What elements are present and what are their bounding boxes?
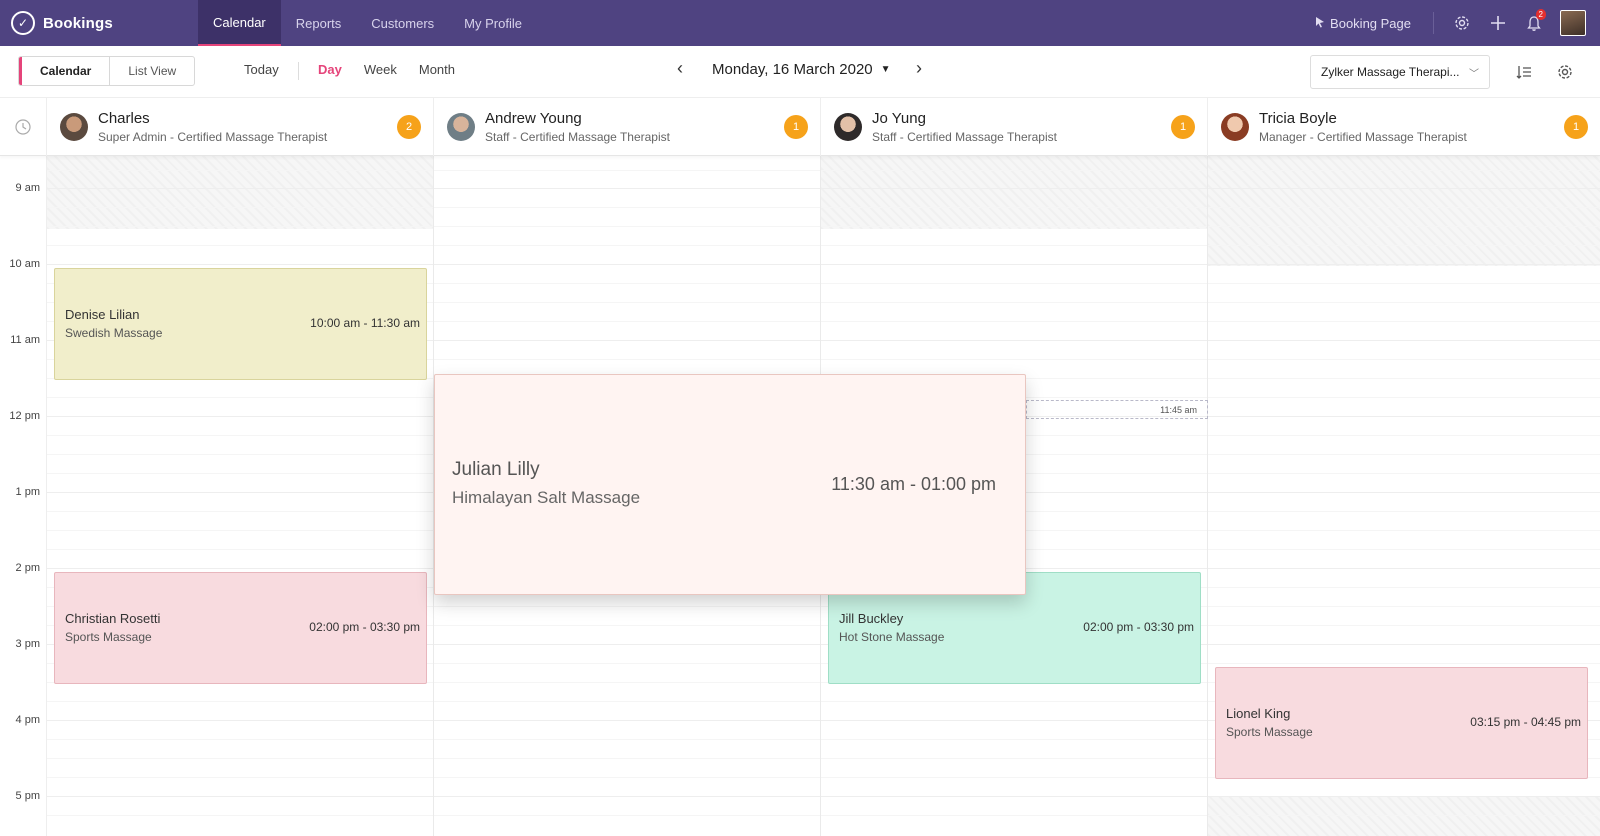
main-nav: Calendar Reports Customers My Profile [198,0,537,46]
staff-avatar [1221,113,1249,141]
staff-column-andrew-young[interactable]: Andrew Young Staff - Certified Massage T… [434,98,821,156]
appointment-service: Sports Massage [65,630,152,644]
appointment-count-badge: 1 [784,115,808,139]
appointment-service: Himalayan Salt Massage [452,488,641,507]
time-label: 11 am [10,334,40,346]
staff-avatar [60,113,88,141]
nav-reports[interactable]: Reports [281,0,357,46]
appointment-card[interactable]: Lionel King Sports Massage 03:15 pm - 04… [1215,667,1588,779]
range-month-tab[interactable]: Month [419,62,455,77]
current-date: Monday, 16 March 2020 [712,61,873,78]
bell-icon[interactable]: 2 [1516,5,1552,41]
appointment-time: 03:15 pm - 04:45 pm [1470,715,1581,729]
view-toggle: Calendar List View [18,56,196,86]
staff-name: Tricia Boyle [1259,110,1337,127]
range-day-tab[interactable]: Day [318,62,342,77]
staff-header: Charles Super Admin - Certified Massage … [0,98,1600,156]
staff-role: Staff - Certified Massage Therapist [872,130,1057,144]
time-label: 5 pm [15,790,40,802]
day-calendar-grid: 9 am 10 am 11 am 12 pm 1 pm 2 pm 3 pm 4 … [0,156,1600,836]
staff-name: Charles [98,110,150,127]
app-name: Bookings [43,14,113,32]
notification-badge: 2 [1535,9,1546,20]
appointment-customer: Christian Rosetti [65,611,161,626]
staff-column-tricia-boyle[interactable]: Tricia Boyle Manager - Certified Massage… [1208,98,1600,156]
range-tabs: Day Week Month [318,62,477,77]
previous-day-chevron-icon[interactable]: ‹ [670,58,690,79]
toolbar-divider [298,62,299,80]
appointment-service: Hot Stone Massage [839,630,945,644]
today-button[interactable]: Today [244,62,279,77]
staff-avatar [834,113,862,141]
team-select[interactable]: Zylker Massage Therapi... ﹀ [1310,55,1490,89]
time-label: 9 am [15,182,40,194]
appointment-time: 11:30 am - 01:00 pm [831,474,996,494]
appointment-customer: Lionel King [1226,706,1291,721]
appointment-card[interactable]: Denise Lilian Swedish Massage 10:00 am -… [54,268,427,380]
top-navigation-bar: ✓ Bookings Calendar Reports Customers My… [0,0,1600,46]
appointment-customer: Denise Lilian [65,307,140,322]
appointment-time: 02:00 pm - 03:30 pm [1083,620,1194,634]
topbar-actions: Booking Page 2 [1314,0,1600,46]
calendar-settings-icon[interactable] [1552,59,1578,85]
date-picker[interactable]: Monday, 16 March 2020 ▼ [712,61,891,78]
nav-my-profile[interactable]: My Profile [449,0,537,46]
staff-name: Andrew Young [485,110,582,127]
time-label: 1 pm [15,486,40,498]
appointment-service: Swedish Massage [65,326,163,340]
dragged-appointment-card[interactable]: Julian Lilly Himalayan Salt Massage 11:3… [434,374,1026,595]
appointment-count-badge: 1 [1171,115,1195,139]
staff-role: Manager - Certified Massage Therapist [1259,130,1467,144]
staff-avatar [447,113,475,141]
appointment-customer: Julian Lilly [452,459,540,480]
appointment-count-badge: 2 [397,115,421,139]
time-axis: 9 am 10 am 11 am 12 pm 1 pm 2 pm 3 pm 4 … [0,156,47,836]
staff-name: Jo Yung [872,110,926,127]
nav-calendar[interactable]: Calendar [198,0,281,46]
appointment-customer: Jill Buckley [839,611,904,626]
brand[interactable]: ✓ Bookings [0,0,198,46]
appointment-service: Sports Massage [1226,725,1313,739]
staff-role: Staff - Certified Massage Therapist [485,130,670,144]
time-label: 10 am [9,258,40,270]
booking-page-label: Booking Page [1330,15,1411,31]
team-select-value: Zylker Massage Therapi... [1321,65,1460,79]
range-week-tab[interactable]: Week [364,62,397,77]
chevron-down-icon: ﹀ [1469,68,1479,80]
booking-page-link[interactable]: Booking Page [1314,12,1434,34]
appointment-time: 02:00 pm - 03:30 pm [309,620,420,634]
settings-icon[interactable] [1444,5,1480,41]
cursor-click-icon [1314,16,1326,31]
next-day-chevron-icon[interactable]: › [909,58,929,79]
list-view-button[interactable]: List View [110,57,194,85]
bookings-logo-icon: ✓ [11,11,35,35]
caret-down-icon: ▼ [880,64,891,75]
time-label: 4 pm [15,714,40,726]
appointment-card[interactable]: Christian Rosetti Sports Massage 02:00 p… [54,572,427,684]
time-label: 12 pm [9,410,40,422]
staff-column-charles[interactable]: Charles Super Admin - Certified Massage … [47,98,434,156]
drop-hint-time: 11:45 am [1160,405,1197,415]
appointment-count-badge: 1 [1564,115,1588,139]
plus-icon[interactable] [1480,5,1516,41]
time-label: 3 pm [15,638,40,650]
calendar-toolbar: Calendar List View Today Day Week Month … [0,46,1600,98]
calendar-view-button[interactable]: Calendar [19,57,111,85]
staff-role: Super Admin - Certified Massage Therapis… [98,130,328,144]
drop-target-hint: 11:45 am [1026,400,1208,419]
sort-list-icon[interactable] [1511,59,1537,85]
appointment-time: 10:00 am - 11:30 am [310,316,420,330]
charles-day-column[interactable] [47,156,434,836]
user-avatar[interactable] [1560,10,1586,36]
staff-column-jo-yung[interactable]: Jo Yung Staff - Certified Massage Therap… [821,98,1208,156]
time-label: 2 pm [15,562,40,574]
clock-icon [0,98,47,156]
nav-customers[interactable]: Customers [356,0,449,46]
